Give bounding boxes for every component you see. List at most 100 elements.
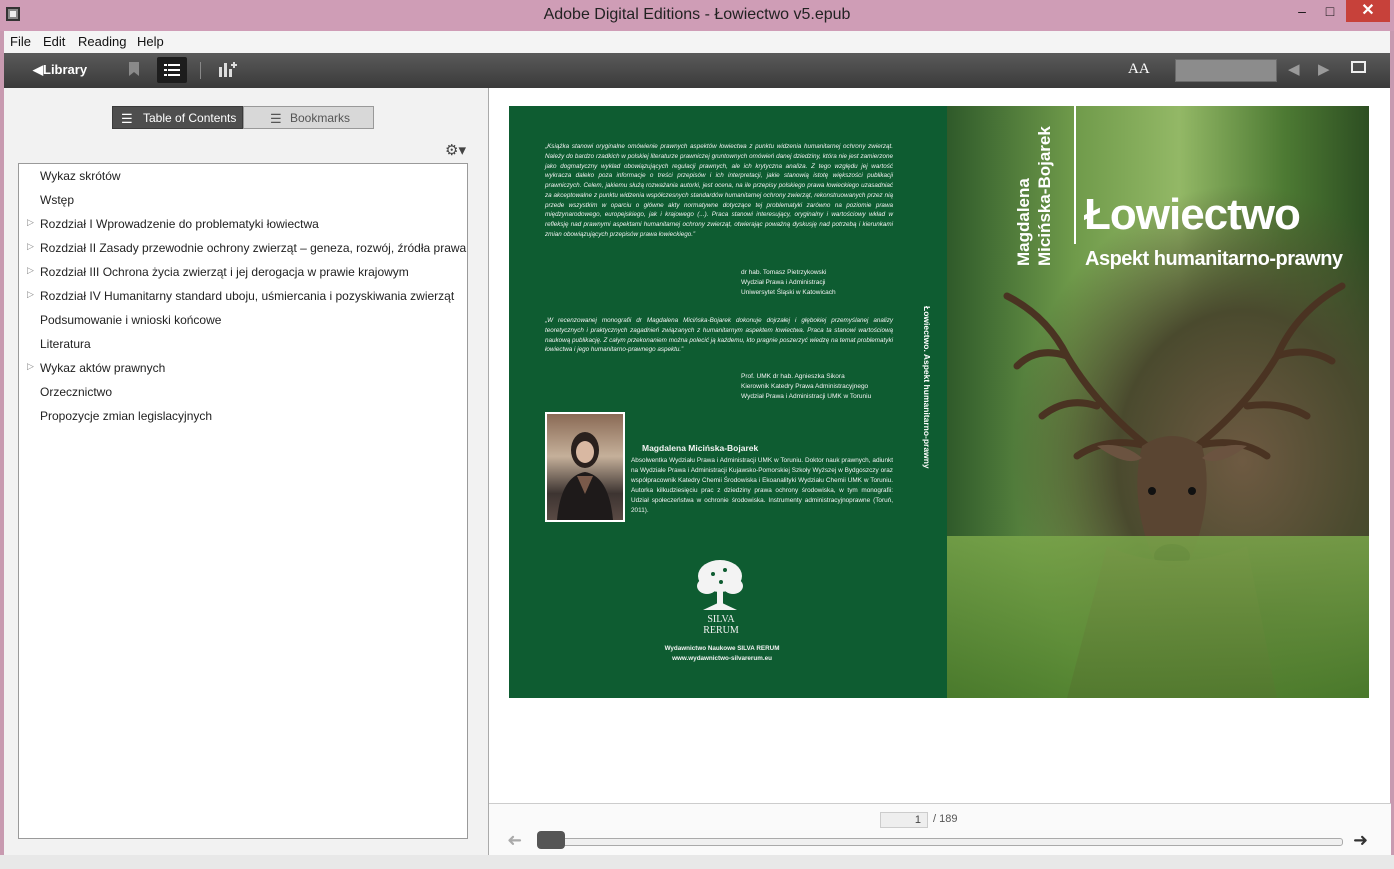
toc-item[interactable]: Podsumowanie i wnioski końcowe bbox=[19, 308, 467, 332]
menu-bar: File Edit Reading Help bbox=[4, 31, 1390, 53]
expand-caret-icon[interactable]: ▷ bbox=[27, 265, 34, 276]
minimize-button[interactable]: – bbox=[1289, 0, 1315, 22]
signature-line: Wydział Prawa i Administracji UMK w Toru… bbox=[741, 393, 872, 401]
logo-line: RERUM bbox=[703, 625, 739, 636]
toc-icon: ☰ bbox=[121, 111, 133, 126]
library-label: Library bbox=[43, 62, 88, 77]
toc-item[interactable]: Wstęp bbox=[19, 188, 467, 212]
menu-help[interactable]: Help bbox=[137, 34, 164, 49]
toc-item-label: Wykaz aktów prawnych bbox=[40, 361, 166, 375]
signature-line: Prof. UMK dr hab. Agnieszka Sikora bbox=[741, 373, 845, 380]
close-button[interactable]: ✕ bbox=[1346, 0, 1390, 22]
toc-item[interactable]: ▷ Wykaz aktów prawnych bbox=[19, 356, 467, 380]
next-arrow-icon[interactable]: ➜ bbox=[1353, 830, 1368, 851]
menu-edit[interactable]: Edit bbox=[43, 34, 65, 49]
toc-item[interactable]: Orzecznictwo bbox=[19, 380, 467, 404]
signature-line: dr hab. Tomasz Pietrzykowski bbox=[741, 269, 827, 276]
toc-list: Wykaz skrótów Wstęp ▷ Rozdział I Wprowadz… bbox=[18, 163, 468, 839]
toc-item[interactable]: ▷ Rozdział III Ochrona życia zwierząt i j… bbox=[19, 260, 467, 284]
publisher-name: Wydawnictwo Naukowe SILVA RERUM bbox=[664, 645, 780, 652]
toc-item-label: Podsumowanie i wnioski końcowe bbox=[40, 313, 222, 327]
expand-caret-icon[interactable]: ▷ bbox=[27, 241, 34, 252]
title-bar: Adobe Digital Editions - Łowiectwo v5.ep… bbox=[0, 0, 1394, 31]
author-line: Magdalena bbox=[1014, 178, 1033, 266]
font-size-button[interactable]: AA bbox=[1128, 61, 1150, 78]
expand-caret-icon[interactable]: ▷ bbox=[27, 217, 34, 228]
next-page-icon[interactable]: ▶ bbox=[1318, 60, 1330, 78]
toc-item[interactable]: Propozycje zmian legislacyjnych bbox=[19, 404, 467, 428]
previous-page-icon[interactable]: ◀ bbox=[1288, 60, 1300, 78]
gear-icon[interactable]: ⚙▾ bbox=[445, 141, 466, 159]
book-cover-page: „Książka stanowi oryginalne omówienie pr… bbox=[509, 106, 1369, 698]
cover-subtitle: Aspekt humanitarno-prawny bbox=[1085, 248, 1343, 270]
tab-bookmarks[interactable]: ☰ Bookmarks bbox=[243, 106, 374, 129]
publisher-logo-text: SILVA RERUM bbox=[689, 614, 753, 636]
toc-item-label: Rozdział I Wprowadzenie do problematyki … bbox=[40, 217, 319, 231]
toc-item-label: Wstęp bbox=[40, 193, 75, 207]
page-slider-track[interactable] bbox=[541, 838, 1343, 846]
back-triangle-icon: ◀ bbox=[33, 62, 43, 77]
page-navigator: 1 / 189 ➜ ➜ bbox=[489, 803, 1391, 856]
author-photo bbox=[545, 412, 625, 522]
review-quote: „W recenzowanej monografii dr Magdalena … bbox=[545, 317, 893, 354]
reader-pane[interactable]: „Książka stanowi oryginalne omówienie pr… bbox=[488, 88, 1391, 856]
maximize-button[interactable]: □ bbox=[1317, 0, 1343, 22]
toc-toggle-button[interactable] bbox=[157, 57, 187, 83]
author-name: Magdalena Micińska-Bojarek bbox=[642, 443, 759, 453]
tab-label: Table of Contents bbox=[143, 111, 237, 125]
sidebar: ☰ Table of Contents ☰ Bookmarks ⚙▾ Wykaz… bbox=[4, 88, 488, 855]
logo-line: SILVA bbox=[707, 614, 735, 625]
toc-item-label: Rozdział IV Humanitarny standard uboju, … bbox=[40, 289, 455, 303]
expand-caret-icon[interactable]: ▷ bbox=[27, 289, 34, 300]
tab-label: Bookmarks bbox=[290, 111, 351, 125]
signature-line: Kierownik Katedry Prawa Administracyjneg… bbox=[741, 383, 869, 391]
tree-logo-icon bbox=[697, 560, 743, 610]
bookmarks-list-icon: ☰ bbox=[270, 111, 282, 126]
cover-divider bbox=[1074, 106, 1076, 244]
bottom-edge bbox=[0, 855, 1394, 869]
toolbar: ◀Library AA ◀ ▶ bbox=[4, 53, 1390, 88]
toolbar-divider bbox=[200, 62, 201, 79]
add-bookmark-icon[interactable] bbox=[219, 61, 237, 81]
signature-line: Uniwersytet Śląski w Katowicach bbox=[741, 289, 836, 297]
author-line: Micińska-Bojarek bbox=[1035, 126, 1055, 266]
library-button[interactable]: ◀Library bbox=[33, 62, 87, 78]
reviewer-signature: Prof. UMK dr hab. Agnieszka Sikora Kiero… bbox=[741, 372, 901, 402]
toc-item-label: Literatura bbox=[40, 337, 91, 351]
cover-author: Magdalena Micińska-Bojarek bbox=[1013, 126, 1056, 266]
toc-item[interactable]: ▷ Rozdział II Zasady przewodnie ochrony z… bbox=[19, 236, 467, 260]
toc-item[interactable]: Literatura bbox=[19, 332, 467, 356]
cover-title: Łowiectwo bbox=[1084, 190, 1301, 239]
book-spine: Łowiectwo. Aspekt humanitarno-prawny bbox=[921, 306, 945, 496]
menu-file[interactable]: File bbox=[10, 34, 31, 49]
previous-arrow-icon[interactable]: ➜ bbox=[507, 830, 522, 851]
tab-table-of-contents[interactable]: ☰ Table of Contents bbox=[112, 106, 243, 129]
grass-foreground bbox=[947, 536, 1369, 698]
toc-item-label: Orzecznictwo bbox=[40, 385, 113, 399]
toc-item-label: Wykaz skrótów bbox=[40, 169, 121, 183]
author-silhouette bbox=[557, 432, 613, 520]
menu-reading[interactable]: Reading bbox=[78, 34, 126, 49]
toc-item[interactable]: Wykaz skrótów bbox=[19, 164, 467, 188]
reviewer-signature: dr hab. Tomasz Pietrzykowski Wydział Pra… bbox=[741, 268, 901, 298]
signature-line: Wydział Prawa i Administracji bbox=[741, 279, 826, 287]
toc-item[interactable]: ▷ Rozdział IV Humanitarny standard uboju,… bbox=[19, 284, 467, 308]
publisher-info: Wydawnictwo Naukowe SILVA RERUM www.wyda… bbox=[637, 644, 807, 664]
page-total: / 189 bbox=[933, 813, 958, 825]
publisher-url: www.wydawnictwo-silvarerum.eu bbox=[672, 655, 772, 663]
toc-item-label: Rozdział III Ochrona życia zwierząt i je… bbox=[40, 265, 409, 279]
bookmark-icon[interactable] bbox=[128, 61, 140, 81]
list-icon bbox=[164, 64, 180, 76]
toc-item-label: Propozycje zmian legislacyjnych bbox=[40, 409, 213, 423]
fullscreen-icon[interactable] bbox=[1351, 61, 1366, 73]
author-bio: Absolwentka Wydziału Prawa i Administrac… bbox=[631, 457, 893, 514]
window-title: Adobe Digital Editions - Łowiectwo v5.ep… bbox=[543, 6, 851, 23]
page-slider-thumb[interactable] bbox=[537, 831, 565, 849]
back-cover: „Książka stanowi oryginalne omówienie pr… bbox=[509, 106, 947, 698]
search-input[interactable] bbox=[1175, 59, 1277, 82]
spine-title: Łowiectwo. Aspekt humanitarno-prawny bbox=[922, 306, 932, 469]
toc-item[interactable]: ▷ Rozdział I Wprowadzenie do problematyki… bbox=[19, 212, 467, 236]
page-number-input[interactable]: 1 bbox=[880, 812, 928, 828]
expand-caret-icon[interactable]: ▷ bbox=[27, 361, 34, 372]
front-cover: Magdalena Micińska-Bojarek Łowiectwo Asp… bbox=[947, 106, 1369, 698]
